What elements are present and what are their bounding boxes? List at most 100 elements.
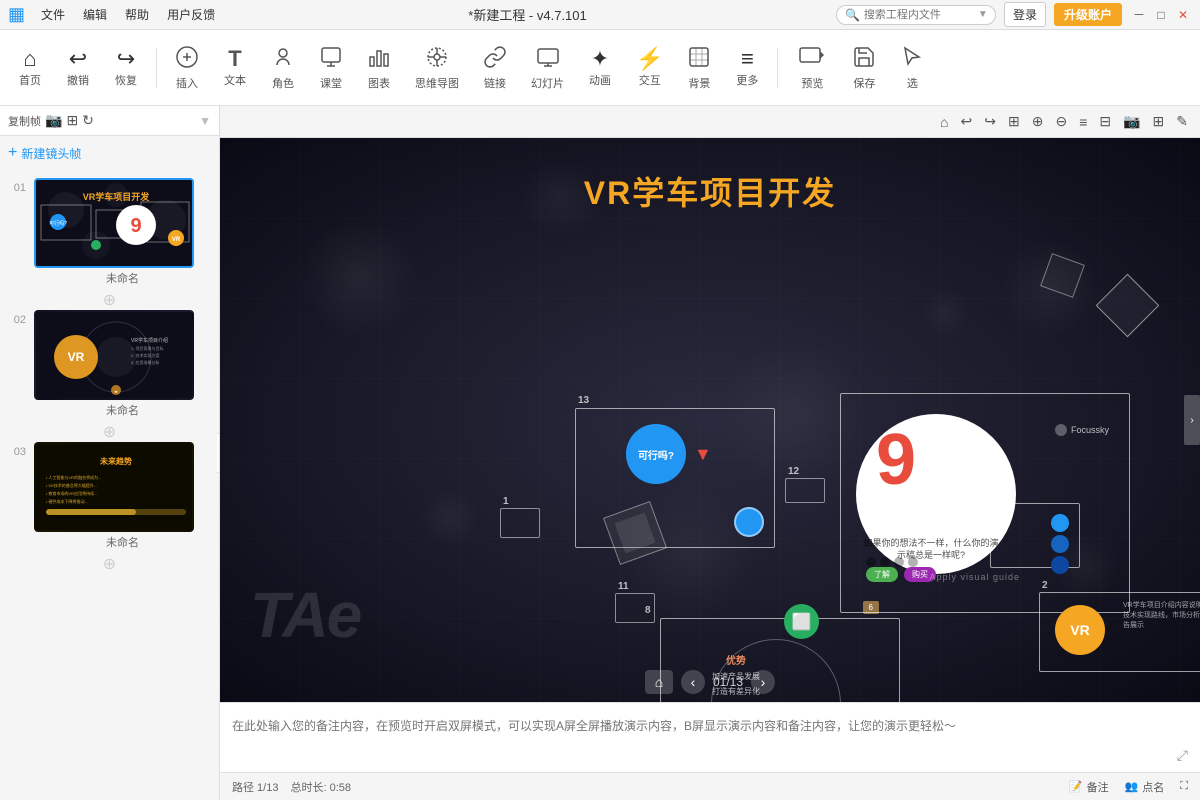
menu-help[interactable]: 帮助 [121, 4, 153, 25]
nav-home-button[interactable]: ⌂ [645, 670, 673, 694]
tool-text[interactable]: T 文本 [213, 44, 257, 92]
expand-icon[interactable]: ⊞ [66, 112, 78, 129]
menu-feedback[interactable]: 用户反馈 [163, 4, 219, 25]
right-panel-toggle[interactable]: › [1184, 395, 1200, 445]
canvas-main[interactable]: VR学车项目开发 13 可行吗? ▼ 12 [220, 138, 1200, 702]
maximize-button[interactable]: □ [1152, 6, 1170, 24]
copy-frame-label[interactable]: 复制帧 [8, 113, 41, 129]
window-controls: － □ ✕ [1130, 6, 1192, 24]
tool-interact[interactable]: ⚡ 交互 [626, 44, 673, 92]
interact-icon: ⚡ [636, 48, 663, 70]
tool-undo[interactable]: ↩ 撤销 [56, 44, 100, 92]
slide-preview-3: 未来趋势 • 人工智能与VR的融合将成为... • 5G技术的普及将大幅提升..… [36, 444, 194, 532]
tool-preview[interactable]: 预览 [786, 41, 838, 95]
frame-2-sub[interactable]: 2 VR VR学车项目介绍内容说明，技术实现路线，市场分析报告展示 [1039, 592, 1200, 672]
tool-preview-label: 预览 [801, 75, 823, 91]
login-button[interactable]: 登录 [1004, 2, 1046, 27]
canvas-tool-snap[interactable]: ⊟ [1095, 111, 1115, 132]
canvas-tool-home[interactable]: ⌂ [936, 112, 952, 132]
frame-number-11: 11 [618, 581, 629, 592]
tool-save[interactable]: 保存 [842, 41, 886, 95]
nav-prev-button[interactable]: ‹ [681, 670, 705, 694]
frame-1[interactable]: 1 [500, 508, 540, 538]
slide-thumb-3[interactable]: 未来趋势 • 人工智能与VR的融合将成为... • 5G技术的普及将大幅提升..… [34, 442, 194, 532]
nav-next-button[interactable]: › [751, 670, 775, 694]
svg-text:VR学车项目开发: VR学车项目开发 [83, 191, 151, 202]
small-buttons: 了解 购买 [866, 567, 936, 582]
tool-insert-label: 插入 [176, 75, 198, 91]
frame-12[interactable]: 12 [785, 478, 825, 503]
canvas-tool-box[interactable]: ⊞ [1004, 111, 1024, 132]
slide-preview-1: VR学车项目开发 可行吗? VR [36, 180, 194, 268]
svg-text:• 人工智能与VR的融合将成为...: • 人工智能与VR的融合将成为... [46, 474, 101, 480]
canvas-tool-grid[interactable]: ⊞ [1149, 111, 1169, 132]
tool-insert[interactable]: 插入 [165, 41, 209, 95]
tool-more[interactable]: ≡ 更多 [725, 44, 769, 92]
close-button[interactable]: ✕ [1174, 6, 1192, 24]
canvas-tool-pen[interactable]: ✎ [1172, 111, 1192, 132]
toolbar-divider-2 [777, 48, 778, 88]
slide-item-1[interactable]: 01 VR学车项目开发 [8, 178, 211, 286]
canvas-tool-camera[interactable]: 📷 [1119, 111, 1144, 132]
tool-bg[interactable]: 背景 [677, 41, 721, 95]
tool-more-label: 更多 [736, 72, 758, 88]
svg-text:★: ★ [114, 389, 118, 394]
more-icon: ≡ [741, 48, 754, 70]
fullscreen-button[interactable]: ⛶ [1180, 780, 1188, 793]
sidebar: 复制帧 📷 ⊞ ↻ ▼ + 新建镜头帧 01 [0, 106, 220, 800]
menu-edit[interactable]: 编辑 [79, 4, 111, 25]
upgrade-button[interactable]: 升级账户 [1054, 3, 1122, 26]
sidebar-down-icon[interactable]: ▼ [199, 114, 211, 128]
tool-select[interactable]: 选 [890, 41, 934, 95]
new-frame-label: 新建镜头帧 [21, 145, 81, 162]
tool-redo[interactable]: ↪ 恢复 [104, 44, 148, 92]
minimize-button[interactable]: － [1130, 6, 1148, 24]
canvas-dark: VR学车项目开发 13 可行吗? ▼ 12 [220, 138, 1200, 702]
tool-anim[interactable]: ✦ 动画 [578, 44, 622, 92]
bg-icon [687, 45, 711, 73]
insert-icon [175, 45, 199, 73]
canvas-tool-align[interactable]: ≡ [1075, 112, 1091, 132]
apply-guide-text: Apply visual guide [929, 572, 1020, 582]
callout-button[interactable]: 👥 点名 [1125, 779, 1165, 795]
slide-thumb-2[interactable]: VR VR学车项目介绍 1. 项目背景与目标 2. 技术实现方案 3. 应用场景… [34, 310, 194, 400]
people-icon: 👥 [1125, 780, 1139, 793]
refresh-icon[interactable]: ↻ [82, 112, 94, 129]
slide-item-3[interactable]: 03 未来趋势 • 人工智能与VR的融合将成为... • 5G技术的普及将大幅提… [8, 442, 211, 550]
toolbar: ⌂ 首页 ↩ 撤销 ↪ 恢复 插入 T 文本 角色 课堂 图表 [0, 30, 1200, 106]
slide-item-2[interactable]: 02 VR VR学车项目介绍 1. 项目背景与目标 2. 技术实现方案 3 [8, 310, 211, 418]
screenshot-icon[interactable]: 📷 [45, 112, 62, 129]
bottom-navigation: ⌂ ‹ 01/13 › [645, 670, 775, 694]
window-title: *新建工程 - v4.7.101 [468, 5, 587, 24]
tool-role[interactable]: 角色 [261, 41, 305, 95]
tool-class[interactable]: 课堂 [309, 41, 353, 95]
tool-class-label: 课堂 [320, 75, 342, 91]
tool-chart[interactable]: 图表 [357, 41, 401, 95]
svg-text:VR学车项目介绍: VR学车项目介绍 [131, 337, 168, 344]
canvas-tool-redo2[interactable]: ↪ [980, 111, 1000, 132]
search-icon: 🔍 [845, 8, 860, 22]
tool-link[interactable]: 链接 [473, 41, 517, 95]
frame-13[interactable]: 13 可行吗? ▼ [575, 408, 775, 548]
menu-file[interactable]: 文件 [37, 4, 69, 25]
notes-input[interactable] [232, 717, 1188, 759]
canvas-tool-zoomout[interactable]: ⊖ [1051, 111, 1071, 132]
watermark-tae: TAe [250, 578, 360, 652]
tool-mind[interactable]: 思维导图 [405, 41, 469, 95]
tool-save-label: 保存 [853, 75, 875, 91]
tool-home[interactable]: ⌂ 首页 [8, 44, 52, 92]
canvas-tool-undo2[interactable]: ↩ [957, 111, 977, 132]
select-icon [900, 45, 924, 73]
slide-thumb-1[interactable]: VR学车项目开发 可行吗? VR [34, 178, 194, 268]
search-input[interactable] [864, 9, 974, 21]
search-box[interactable]: 🔍 ▼ [836, 5, 996, 25]
new-frame-button[interactable]: + 新建镜头帧 [0, 136, 219, 170]
search-dropdown-icon[interactable]: ▼ [978, 9, 988, 20]
notes-expand-button[interactable]: ⤢ [1177, 747, 1188, 764]
canvas-tool-zoomin[interactable]: ⊕ [1028, 111, 1048, 132]
tool-home-label: 首页 [19, 72, 41, 88]
title-bar-menu: 文件 编辑 帮助 用户反馈 [37, 4, 219, 25]
svg-text:VR: VR [172, 237, 181, 243]
notes-button[interactable]: 📝 备注 [1069, 779, 1109, 795]
tool-slide[interactable]: 幻灯片 [521, 41, 574, 95]
